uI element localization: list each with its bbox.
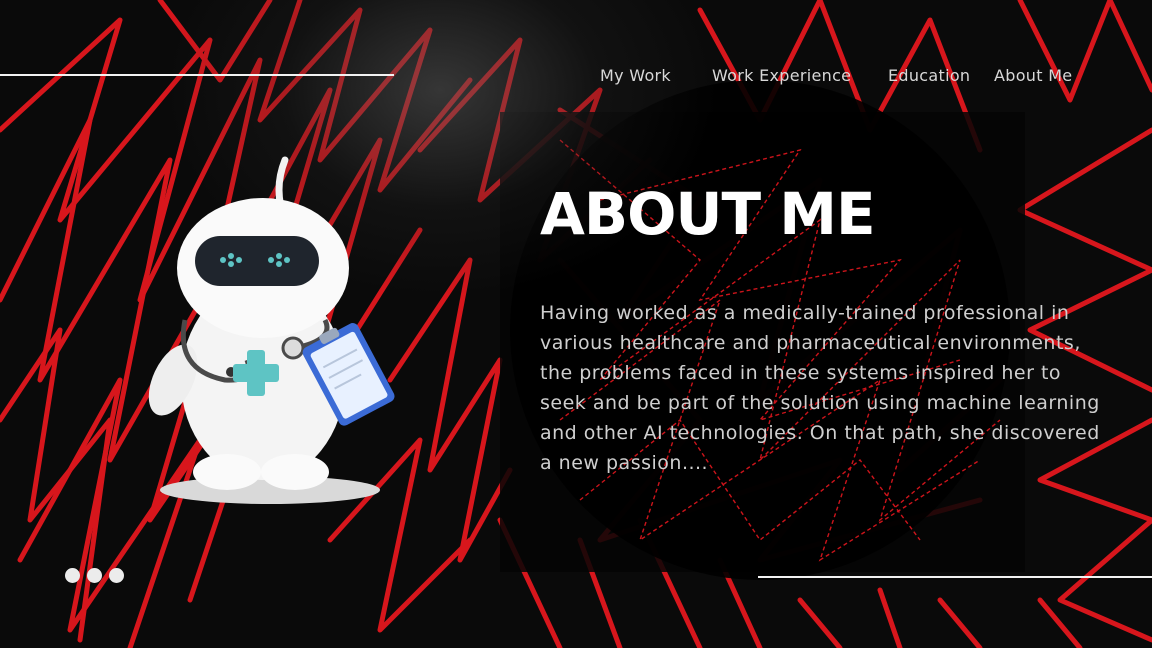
nav-item-my-work[interactable]: My Work	[600, 66, 671, 85]
bottom-divider-line	[758, 576, 1152, 578]
nav-item-work-experience[interactable]: Work Experience	[712, 66, 851, 85]
bio-paragraph: Having worked as a medically-trained pro…	[540, 302, 1100, 474]
nav-item-education[interactable]: Education	[888, 66, 970, 85]
nav-item-about-me[interactable]: About Me	[994, 66, 1072, 85]
pager-dot	[65, 568, 80, 583]
pager-dot	[87, 568, 102, 583]
page-title: ABOUT ME	[540, 180, 876, 248]
pager-dot	[109, 568, 124, 583]
doctor-robot-icon	[148, 156, 395, 504]
top-divider-line	[0, 74, 394, 76]
